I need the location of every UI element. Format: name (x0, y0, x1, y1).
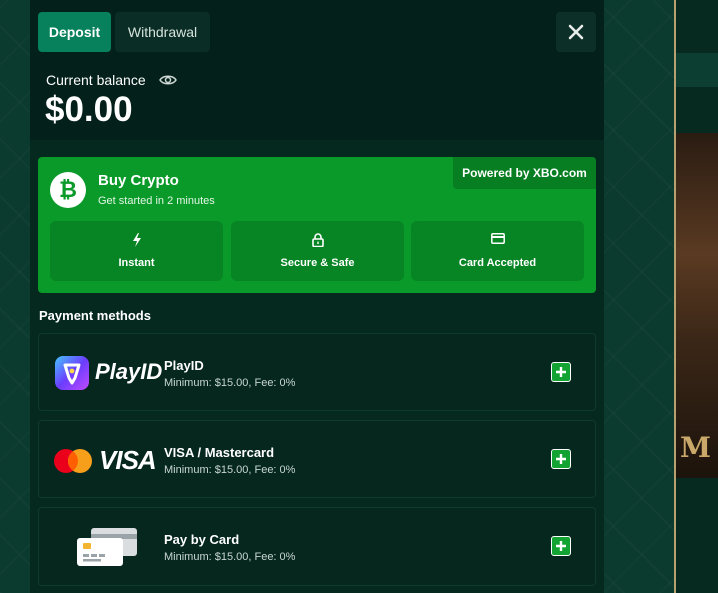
payment-method-visa-mastercard[interactable]: VISA VISA / Mastercard Minimum: $15.00, … (38, 420, 596, 498)
feature-instant: Instant (50, 221, 223, 281)
payment-method-info: Minimum: $15.00, Fee: 0% (164, 377, 296, 389)
lock-icon (311, 233, 324, 247)
feature-label: Instant (118, 257, 155, 269)
payment-method-name: Pay by Card (164, 532, 240, 547)
background-strip (676, 53, 718, 87)
credit-cards-icon (77, 528, 137, 566)
payment-method-pay-by-card[interactable]: Pay by Card Minimum: $15.00, Fee: 0% (38, 507, 596, 586)
buy-crypto-card[interactable]: Powered by XBO.com ₿ Buy Crypto Get star… (38, 157, 596, 293)
add-button[interactable] (551, 449, 571, 469)
playid-logo-text: PlayID (95, 359, 163, 384)
playid-logo: PlayID (53, 354, 163, 392)
tab-withdrawal[interactable]: Withdrawal (115, 12, 210, 52)
payment-method-name: VISA / Mastercard (164, 445, 275, 460)
buy-crypto-title: Buy Crypto (98, 172, 179, 189)
payment-method-name: PlayID (164, 358, 204, 373)
add-button[interactable] (551, 362, 571, 382)
plus-icon (556, 367, 566, 377)
feature-label: Card Accepted (458, 257, 537, 269)
balance-amount: $0.00 (45, 90, 133, 129)
payment-method-info: Minimum: $15.00, Fee: 0% (164, 464, 296, 476)
feature-secure: Secure & Safe (231, 221, 404, 281)
tab-deposit[interactable]: Deposit (38, 12, 111, 52)
close-icon (568, 24, 584, 40)
plus-icon (556, 541, 566, 551)
visa-logo-text: VISA (99, 445, 157, 475)
card-logo (53, 528, 161, 566)
feature-card: Card Accepted (411, 221, 584, 281)
mastercard-icon (54, 449, 92, 473)
powered-by-badge: Powered by XBO.com (453, 157, 596, 189)
add-button[interactable] (551, 536, 571, 556)
bitcoin-icon: ₿ (50, 172, 86, 208)
payment-method-playid[interactable]: PlayID PlayID Minimum: $15.00, Fee: 0% (38, 333, 596, 411)
deposit-modal: Deposit Withdrawal Current balance $0.00… (30, 0, 604, 593)
eye-icon[interactable] (159, 73, 177, 87)
background-artwork: M (676, 133, 718, 478)
balance-label: Current balance (46, 72, 146, 88)
buy-crypto-subtitle: Get started in 2 minutes (98, 195, 215, 207)
payment-method-info: Minimum: $15.00, Fee: 0% (164, 551, 296, 563)
bolt-icon (132, 233, 141, 247)
card-icon (490, 233, 505, 244)
feature-label: Secure & Safe (280, 257, 355, 269)
background-panel: M (674, 0, 718, 593)
close-button[interactable] (556, 12, 596, 52)
modal-header: Deposit Withdrawal Current balance $0.00 (30, 0, 604, 140)
payment-methods-title: Payment methods (39, 308, 151, 323)
background-glyph: M (680, 431, 711, 464)
plus-icon (556, 454, 566, 464)
visa-mastercard-logo: VISA (53, 441, 161, 479)
